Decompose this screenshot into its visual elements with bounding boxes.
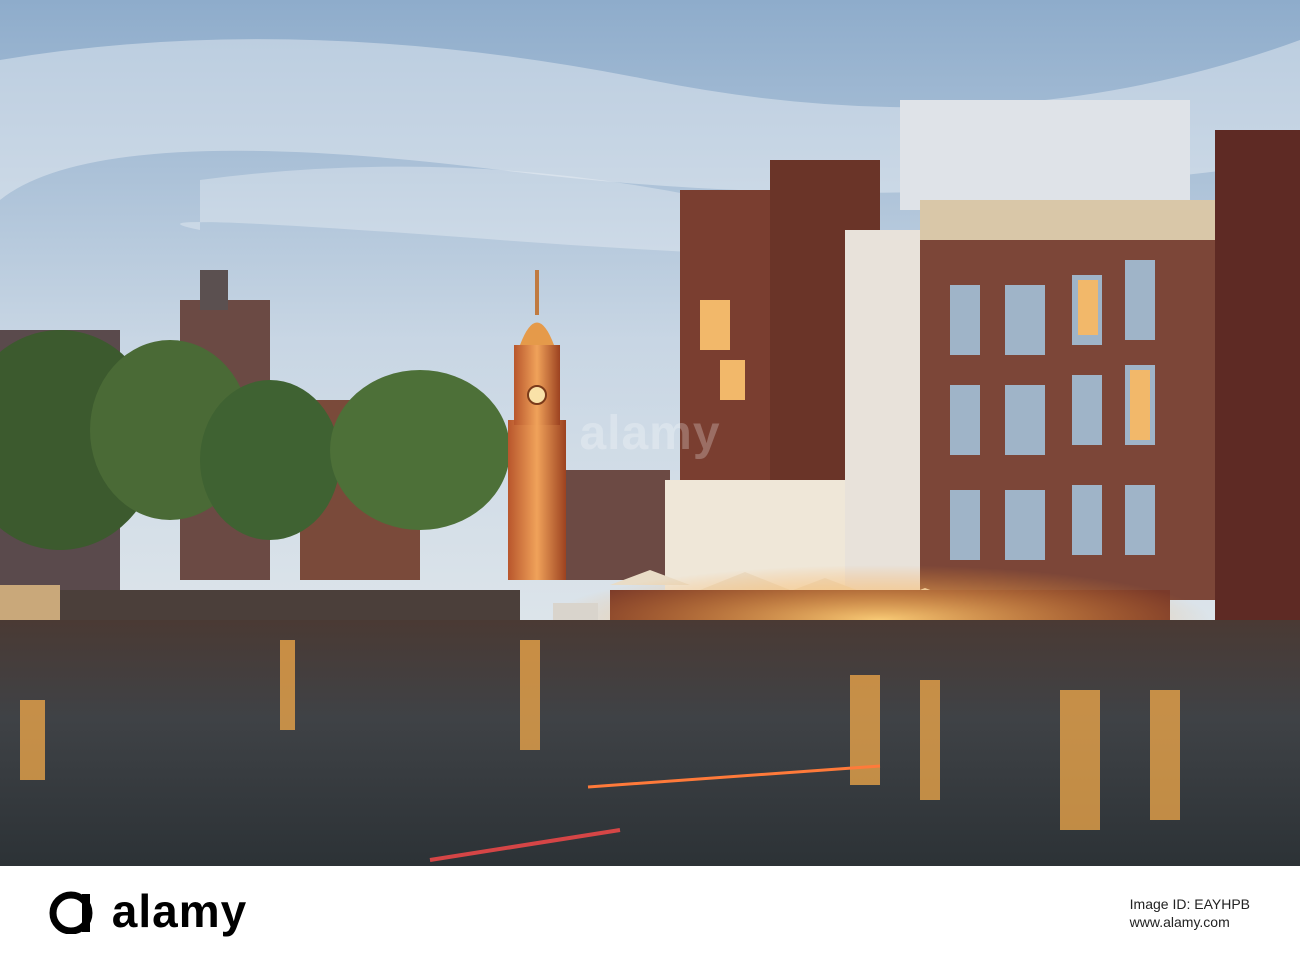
tree-right: [330, 370, 510, 530]
mid-building: [560, 470, 670, 580]
tree-mid: [200, 380, 340, 540]
footer-meta: Image ID: EAYHPB www.alamy.com: [1130, 896, 1250, 930]
tower-clock: [527, 385, 547, 405]
alamy-a-icon: [49, 891, 93, 934]
site-url: www.alamy.com: [1129, 914, 1230, 930]
cornice: [920, 200, 1220, 240]
canal-water: [0, 620, 1300, 866]
right-edge-building: [1215, 130, 1300, 690]
alamy-logo: alamy: [48, 888, 247, 934]
canal-photo: [0, 0, 1300, 866]
white-building: [845, 230, 925, 590]
logo-wordmark: alamy: [111, 885, 248, 937]
tower-base: [508, 420, 566, 580]
left-tower-top: [200, 270, 228, 310]
stock-footer: alamy Image ID: EAYHPB www.alamy.com: [0, 866, 1300, 956]
white-top-building: [900, 100, 1190, 210]
tower-needle: [535, 270, 539, 315]
image-id: Image ID: EAYHPB: [1129, 896, 1250, 912]
